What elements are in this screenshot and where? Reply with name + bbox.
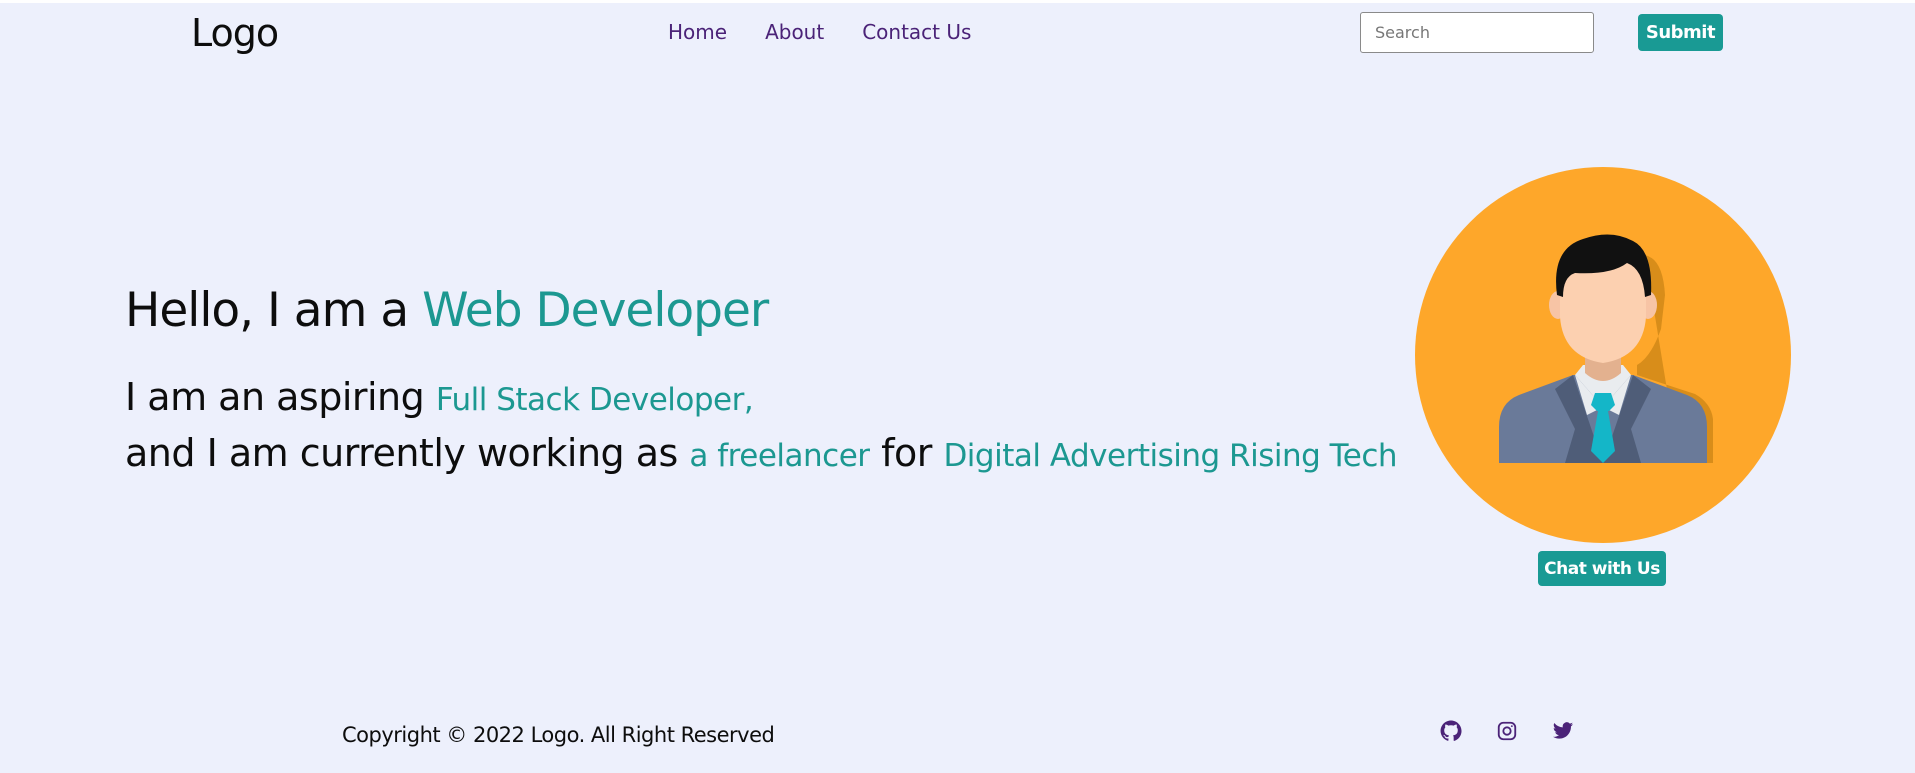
hero-job-highlight: a freelancer (689, 438, 870, 474)
nav-contact-link[interactable]: Contact Us (862, 20, 971, 44)
hero-line-2: and I am currently working as a freelanc… (125, 431, 1398, 475)
businessman-avatar-icon (1499, 234, 1713, 463)
logo[interactable]: Logo (191, 11, 279, 55)
instagram-icon[interactable] (1496, 720, 1518, 746)
hero-line-2-mid: for (869, 431, 944, 475)
hero-title-accent: Web Developer (422, 283, 769, 338)
search-input[interactable] (1360, 12, 1594, 53)
hero-line-1-prefix: I am an aspiring (125, 375, 436, 419)
nav-about-link[interactable]: About (765, 20, 824, 44)
hero-company-highlight: Digital Advertising Rising Tech (943, 438, 1398, 474)
hero-title: Hello, I am a Web Developer (125, 283, 769, 338)
hero-line-2-prefix: and I am currently working as (125, 431, 690, 475)
copyright-text: Copyright © 2022 Logo. All Right Reserve… (342, 723, 775, 747)
github-icon[interactable] (1440, 720, 1462, 746)
main-nav: Home About Contact Us (668, 20, 971, 44)
hero-line-1: I am an aspiring Full Stack Developer, (125, 375, 754, 419)
twitter-icon[interactable] (1552, 720, 1574, 746)
hero-role-highlight: Full Stack Developer, (435, 382, 754, 418)
page: Logo Home About Contact Us Submit Hello,… (0, 3, 1915, 773)
nav-home-link[interactable]: Home (668, 20, 727, 44)
hero-title-prefix: Hello, I am a (125, 283, 423, 338)
avatar (1415, 167, 1791, 543)
submit-button[interactable]: Submit (1638, 14, 1723, 51)
chat-button[interactable]: Chat with Us (1538, 551, 1666, 586)
